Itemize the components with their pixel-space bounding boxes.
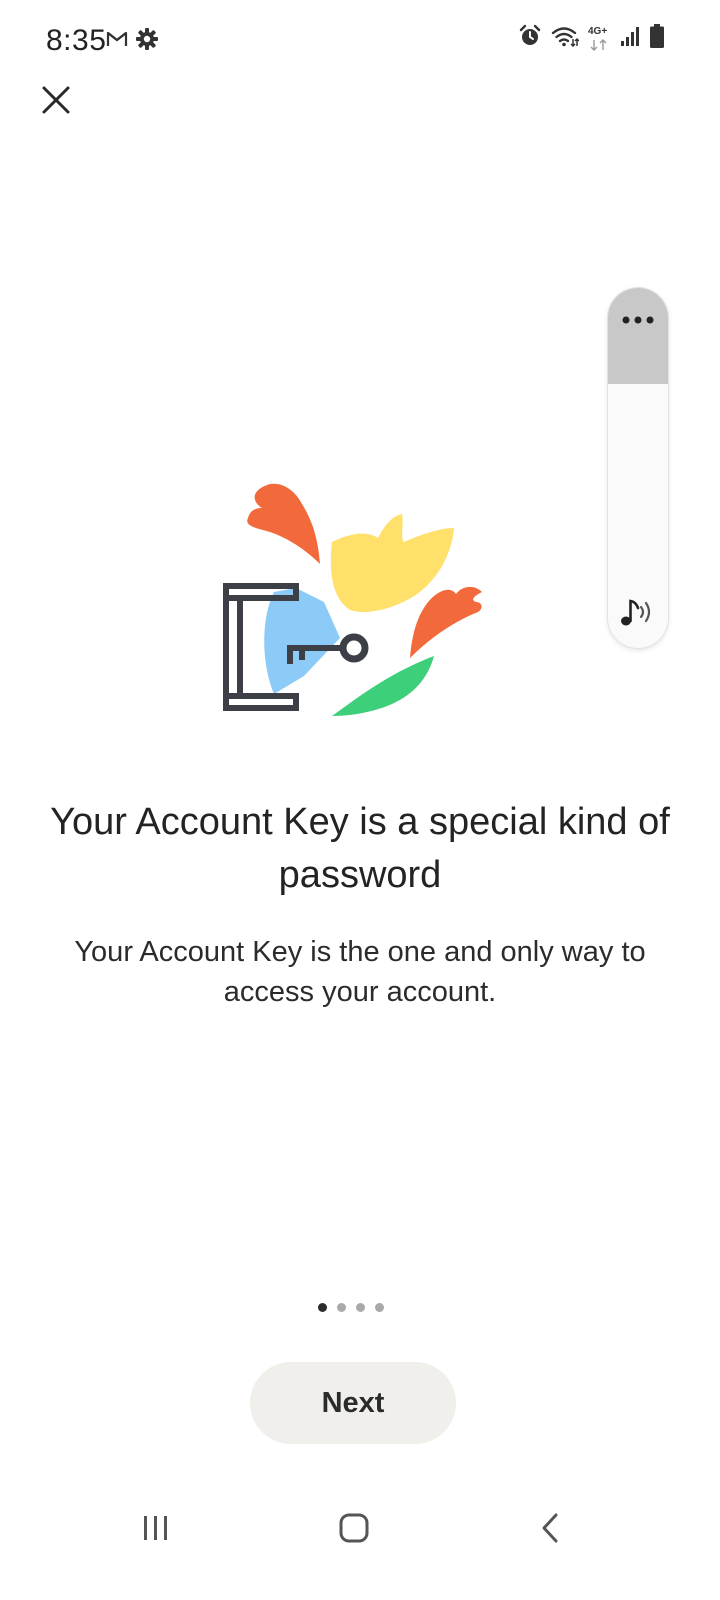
page-dot-1 [318,1303,327,1312]
status-left-icons [106,28,158,55]
volume-options-area[interactable] [608,288,668,384]
status-bar: 8:35 4G+ [0,0,720,80]
settings-gear-icon [136,28,158,55]
page-dot-3 [356,1303,365,1312]
status-time: 8:35 [46,24,107,57]
page-dot-4 [375,1303,384,1312]
wifi-icon [551,25,580,52]
page-indicator [318,1303,384,1312]
signal-icon [621,26,641,51]
status-right-icons: 4G+ [518,24,664,53]
close-button[interactable] [38,82,74,118]
system-nav-bar [0,1488,720,1568]
home-icon[interactable] [338,1512,370,1544]
gmail-icon [106,30,128,53]
close-icon [42,86,70,114]
page-description: Your Account Key is the one and only way… [74,936,646,1008]
mobile-data-icon: 4G+ [588,26,612,52]
onboarding-screen: 8:35 4G+ Your Account Key is a special k… [0,0,720,1600]
media-volume-icon[interactable] [620,596,656,628]
recent-apps-icon[interactable] [141,1514,171,1542]
volume-panel[interactable] [608,288,668,648]
more-options-icon[interactable] [620,312,656,328]
network-type-label: 4G+ [588,25,608,37]
page-title: Your Account Key is a special kind of pa… [50,801,670,896]
back-icon[interactable] [538,1512,562,1544]
page-dot-2 [337,1303,346,1312]
alarm-icon [518,24,542,53]
account-key-illustration [212,480,502,730]
battery-icon [650,24,664,53]
next-button[interactable]: Next [250,1362,456,1444]
